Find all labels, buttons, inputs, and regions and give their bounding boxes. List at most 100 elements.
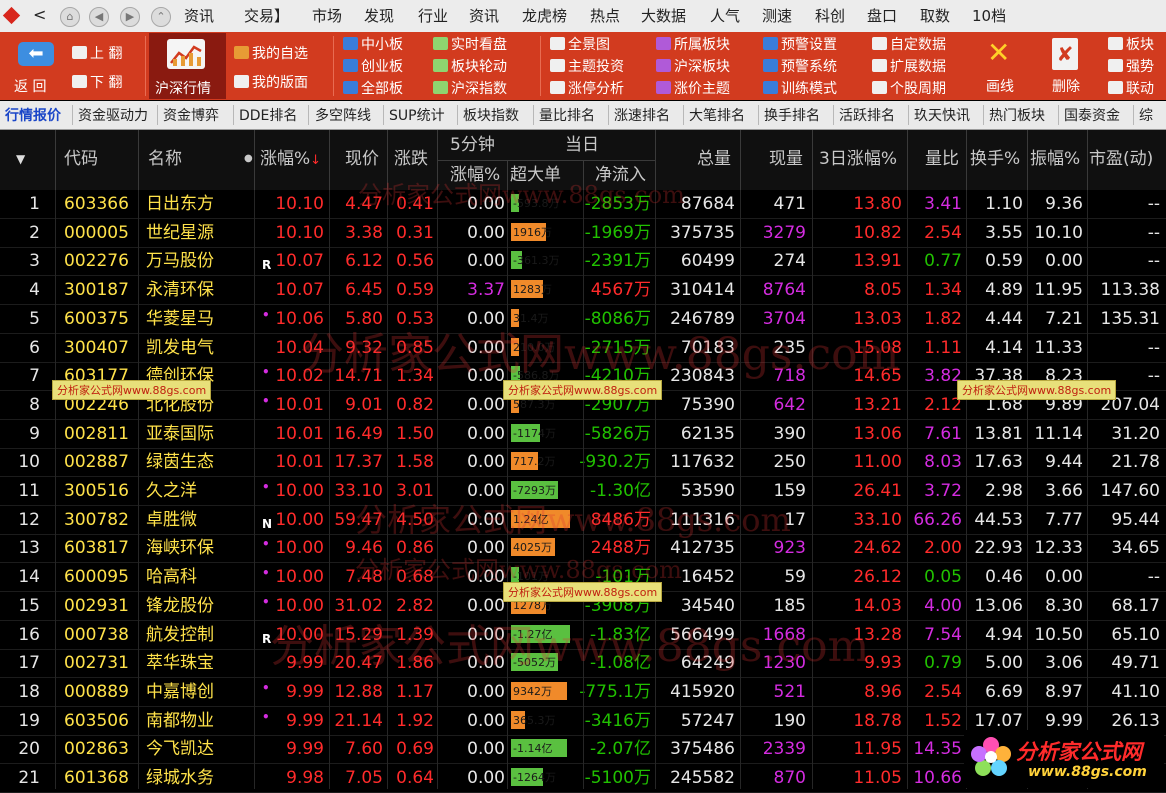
delete-button[interactable]: 删除: [1052, 78, 1080, 96]
tab-turnover-rank[interactable]: 换手排名: [764, 105, 820, 125]
watchlist-button[interactable]: 我的自选: [234, 45, 308, 63]
sort-dropdown-icon[interactable]: ▼: [16, 149, 25, 169]
col-pct[interactable]: 涨幅%↓: [260, 149, 321, 171]
tab-active-rank[interactable]: 活跃排名: [839, 105, 895, 125]
tab-more[interactable]: 综: [1139, 105, 1153, 125]
total-volume: 64249: [680, 653, 735, 674]
stock-flag: R: [262, 258, 272, 273]
menu-item-discover[interactable]: 发现: [364, 6, 394, 26]
stock-name: 万马股份: [146, 251, 214, 272]
draw-line-button[interactable]: 画线: [986, 78, 1014, 96]
home-icon[interactable]: ⌂: [60, 7, 80, 27]
sector-rotation-button[interactable]: 板块轮动: [433, 58, 507, 76]
menu-item-trade[interactable]: 交易】: [244, 6, 289, 26]
hs-quote-button[interactable]: 沪深行情: [149, 33, 226, 99]
menu-item-industry[interactable]: 行业: [418, 6, 448, 26]
price: 3.38: [345, 222, 383, 243]
col-code[interactable]: 代码: [64, 149, 98, 169]
net-inflow: -1.30亿: [590, 481, 651, 501]
tab-bull-bear[interactable]: 多空阵线: [315, 105, 371, 125]
training-mode-button[interactable]: 训练模式: [763, 80, 837, 98]
price: 6.45: [345, 280, 383, 301]
sme-board-button[interactable]: 中小板: [343, 36, 403, 54]
col-change[interactable]: 涨跌: [394, 149, 428, 169]
tab-capital-drive[interactable]: 资金驱动力: [78, 105, 148, 125]
nav-up-icon[interactable]: ⌃: [151, 7, 171, 27]
col-net-inflow[interactable]: 净流入: [595, 165, 646, 185]
stock-name: 卓胜微: [146, 509, 197, 530]
theme-invest-button[interactable]: 主题投资: [550, 58, 624, 76]
col-super-large[interactable]: 超大单: [510, 165, 561, 185]
tab-large-order-rank[interactable]: 大笔排名: [689, 105, 745, 125]
tab-sector-index[interactable]: 板块指数: [463, 105, 519, 125]
alert-system-button[interactable]: 预警系统: [763, 58, 837, 76]
page-up-button[interactable]: 上 翻: [72, 45, 122, 63]
page-down-button[interactable]: 下 翻: [72, 74, 122, 92]
hs-sector-button[interactable]: 沪深板块: [656, 58, 730, 76]
tab-capital-game[interactable]: 资金博弈: [163, 105, 219, 125]
menu-item-fetch[interactable]: 取数: [920, 6, 950, 26]
alert-settings-button[interactable]: 预警设置: [763, 36, 837, 54]
col-current-volume[interactable]: 现量: [769, 149, 803, 169]
tab-guotai-capital[interactable]: 国泰资金: [1064, 105, 1120, 125]
total-volume: 566499: [670, 624, 735, 645]
panorama-button[interactable]: 全景图: [550, 36, 610, 54]
my-layout-button[interactable]: 我的版面: [234, 74, 308, 92]
menu-item-news[interactable]: 资讯: [184, 6, 214, 26]
tab-hot-sector[interactable]: 热门板块: [989, 105, 1045, 125]
live-view-button[interactable]: 实时看盘: [433, 36, 507, 54]
menu-item-orderbook[interactable]: 盘口: [867, 6, 897, 26]
menu-item-info[interactable]: 资讯: [469, 6, 499, 26]
limit-up-analysis-button[interactable]: 涨停分析: [550, 80, 624, 98]
strong-button[interactable]: 强势: [1108, 58, 1154, 76]
menu-item-speedtest[interactable]: 测速: [762, 6, 792, 26]
volume-ratio: 1.11: [924, 337, 962, 358]
col-pe[interactable]: 市盈(动): [1089, 149, 1153, 169]
menu-item-market[interactable]: 市场: [312, 6, 342, 26]
nav-back-icon[interactable]: ◀: [89, 7, 109, 27]
tab-volume-ratio-rank[interactable]: 量比排名: [539, 105, 595, 125]
col-3day-pct[interactable]: 3日涨幅%: [819, 149, 897, 169]
linkage-button[interactable]: 联动: [1108, 80, 1154, 98]
all-board-button[interactable]: 全部板: [343, 80, 403, 98]
extended-data-button[interactable]: 扩展数据: [872, 58, 946, 76]
col-turnover[interactable]: 换手%: [970, 149, 1020, 169]
tab-dde-rank[interactable]: DDE排名: [239, 105, 297, 125]
col-5min-pct[interactable]: 涨幅%: [450, 165, 500, 185]
menu-item-hotspot[interactable]: 热点: [590, 6, 620, 26]
pct-change: 10.04: [275, 337, 324, 358]
col-name[interactable]: 名称: [148, 149, 182, 169]
col-price[interactable]: 现价: [345, 149, 379, 169]
amplitude: 8.97: [1045, 681, 1083, 702]
stock-name: 亚泰国际: [146, 423, 214, 444]
change: 1.39: [396, 624, 434, 645]
col-amplitude[interactable]: 振幅%: [1030, 149, 1080, 169]
hs-index-button[interactable]: 沪深指数: [433, 80, 507, 98]
chart-icon: [170, 45, 202, 66]
menu-item-popularity[interactable]: 人气: [710, 6, 740, 26]
pct-change: 10.02: [275, 366, 324, 387]
pct-change: 10.07: [275, 280, 324, 301]
price-theme-button[interactable]: 涨价主题: [656, 80, 730, 98]
delete-icon: ✘: [1052, 38, 1078, 70]
nav-forward-icon[interactable]: ▶: [120, 7, 140, 27]
gem-board-button[interactable]: 创业板: [343, 58, 403, 76]
price: 14.71: [334, 366, 383, 387]
menu-item-dragon-tiger[interactable]: 龙虎榜: [522, 6, 567, 26]
col-volume[interactable]: 总量: [697, 149, 731, 169]
tab-news-flash[interactable]: 玖天快讯: [914, 105, 970, 125]
custom-data-button[interactable]: 自定数据: [872, 36, 946, 54]
related-sector-button[interactable]: 所属板块: [656, 36, 730, 54]
back-arrow-icon[interactable]: <: [33, 5, 46, 25]
stock-period-button[interactable]: 个股周期: [872, 80, 946, 98]
super-large-value: -1.14亿: [513, 742, 553, 756]
tab-speed-rank[interactable]: 涨速排名: [614, 105, 670, 125]
return-button[interactable]: 返 回: [14, 78, 46, 96]
tab-quotes[interactable]: 行情报价: [5, 105, 61, 125]
tab-sup-stats[interactable]: SUP统计: [389, 105, 445, 125]
menu-item-star[interactable]: 科创: [815, 6, 845, 26]
col-volume-ratio[interactable]: 量比: [925, 149, 959, 169]
menu-item-bigdata[interactable]: 大数据: [641, 6, 686, 26]
menu-item-10level[interactable]: 10档: [972, 6, 1006, 26]
sector-button[interactable]: 板块: [1108, 36, 1154, 54]
